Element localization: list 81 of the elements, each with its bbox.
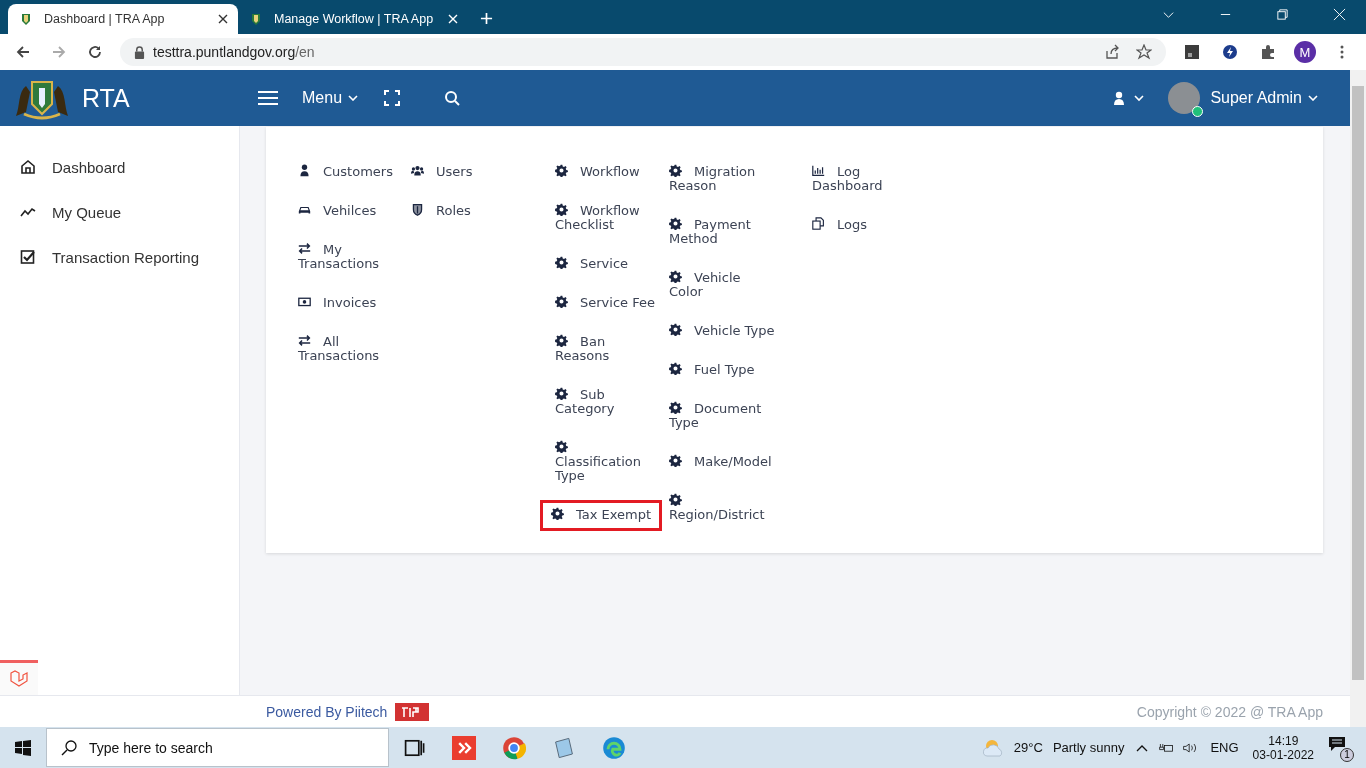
copy-icon bbox=[812, 217, 825, 230]
gear-icon bbox=[555, 387, 568, 400]
speaker-icon[interactable] bbox=[1182, 740, 1199, 755]
gear-icon bbox=[555, 295, 568, 308]
bar-chart-icon bbox=[812, 164, 825, 177]
arrows-icon bbox=[298, 242, 311, 255]
menu-link[interactable]: Users bbox=[404, 161, 480, 182]
user-dropdown-icon[interactable] bbox=[1112, 91, 1147, 105]
sidebar-item[interactable]: Transaction Reporting bbox=[0, 244, 239, 270]
browser-tab[interactable]: Dashboard | TRA App bbox=[8, 4, 238, 34]
temperature-text: 29°C bbox=[1013, 740, 1043, 755]
menu-link[interactable]: Region/District bbox=[662, 490, 784, 525]
menu-link[interactable]: Tax Exempt bbox=[540, 500, 663, 531]
menu-link[interactable]: Roles bbox=[404, 200, 478, 221]
cube-logo-icon bbox=[9, 669, 29, 689]
browser-tab[interactable]: Manage Workflow | TRA App bbox=[238, 4, 468, 34]
company-logo-icon bbox=[395, 702, 430, 721]
menu-link[interactable]: Vehilces bbox=[291, 200, 384, 221]
sidebar-item[interactable]: My Queue bbox=[0, 199, 239, 225]
shield-icon bbox=[411, 203, 424, 216]
user-menu-button[interactable]: Super Admin bbox=[1206, 89, 1322, 107]
menu-link[interactable]: Service bbox=[548, 253, 636, 274]
gear-icon bbox=[669, 323, 682, 336]
banknote-icon bbox=[298, 295, 311, 308]
user-icon bbox=[298, 164, 311, 177]
restore-icon[interactable] bbox=[1276, 8, 1289, 21]
gear-icon bbox=[555, 334, 568, 347]
gear-icon bbox=[551, 507, 564, 520]
weather-text: Partly sunny bbox=[1052, 740, 1125, 755]
search-icon bbox=[61, 739, 77, 756]
menu-link[interactable]: Migration Reason bbox=[662, 161, 784, 196]
clock-time[interactable]: 14:19 bbox=[1268, 733, 1299, 748]
gear-icon bbox=[555, 440, 568, 453]
search-icon[interactable] bbox=[444, 90, 461, 106]
gear-icon bbox=[669, 217, 682, 230]
menu-link[interactable]: Workflow bbox=[548, 161, 647, 182]
gear-icon bbox=[669, 454, 682, 467]
powered-by-link[interactable]: Powered By Piitech bbox=[266, 703, 388, 720]
taskbar-search-field[interactable]: Type here to search bbox=[46, 728, 389, 767]
chevron-down-icon bbox=[348, 95, 359, 101]
menu-dropdown-button[interactable]: Menu bbox=[298, 89, 363, 107]
user-avatar[interactable] bbox=[1168, 82, 1201, 114]
scrollbar[interactable] bbox=[1350, 70, 1366, 727]
sidebar-item[interactable]: Dashboard bbox=[0, 154, 239, 180]
notification-count: 1 bbox=[1340, 747, 1354, 762]
chevron-down-icon bbox=[1308, 95, 1318, 101]
gear-icon bbox=[555, 203, 568, 216]
users-icon bbox=[411, 164, 424, 177]
notification-button[interactable]: 1 bbox=[1328, 735, 1354, 760]
menu-icon[interactable] bbox=[258, 90, 278, 106]
address-bar[interactable]: testtra.puntlandgov.org/en bbox=[120, 38, 1166, 66]
home-icon bbox=[20, 159, 36, 175]
arrows-icon bbox=[298, 334, 311, 347]
gear-icon bbox=[669, 164, 682, 177]
message-icon bbox=[1328, 735, 1346, 752]
gear-icon bbox=[555, 164, 568, 177]
menu-link[interactable]: Log Dashboard bbox=[805, 161, 905, 196]
gear-icon bbox=[555, 256, 568, 269]
close-icon[interactable] bbox=[218, 14, 228, 24]
search-input[interactable]: Type here to search bbox=[87, 738, 388, 757]
gear-icon bbox=[669, 270, 682, 283]
gear-icon bbox=[669, 362, 682, 375]
menu-link[interactable]: Vehicle Color bbox=[662, 267, 784, 302]
logo-text: RTA bbox=[82, 83, 130, 113]
menu-link[interactable]: Logs bbox=[805, 214, 874, 235]
url-text: testtra.puntlandgov.org/en bbox=[153, 44, 315, 60]
menu-link[interactable]: All Transactions bbox=[291, 331, 405, 366]
menu-link[interactable]: My Transactions bbox=[291, 239, 405, 274]
menu-link[interactable]: Invoices bbox=[291, 292, 384, 313]
copyright-text: Copyright © 2022 @ TRA App bbox=[1136, 703, 1323, 720]
menu-link[interactable]: Service Fee bbox=[548, 292, 662, 313]
gear-icon bbox=[669, 401, 682, 414]
lock-icon bbox=[134, 45, 145, 59]
checkbox-icon bbox=[20, 249, 36, 265]
fullscreen-icon[interactable] bbox=[384, 90, 401, 106]
language-indicator[interactable]: ENG bbox=[1210, 740, 1239, 755]
gear-icon bbox=[669, 493, 682, 506]
profile-avatar[interactable]: M bbox=[1294, 41, 1316, 63]
clock-date[interactable]: 03-01-2022 bbox=[1252, 747, 1314, 762]
menu-link[interactable]: Customers bbox=[291, 161, 400, 182]
new-tab-icon[interactable] bbox=[480, 12, 493, 25]
